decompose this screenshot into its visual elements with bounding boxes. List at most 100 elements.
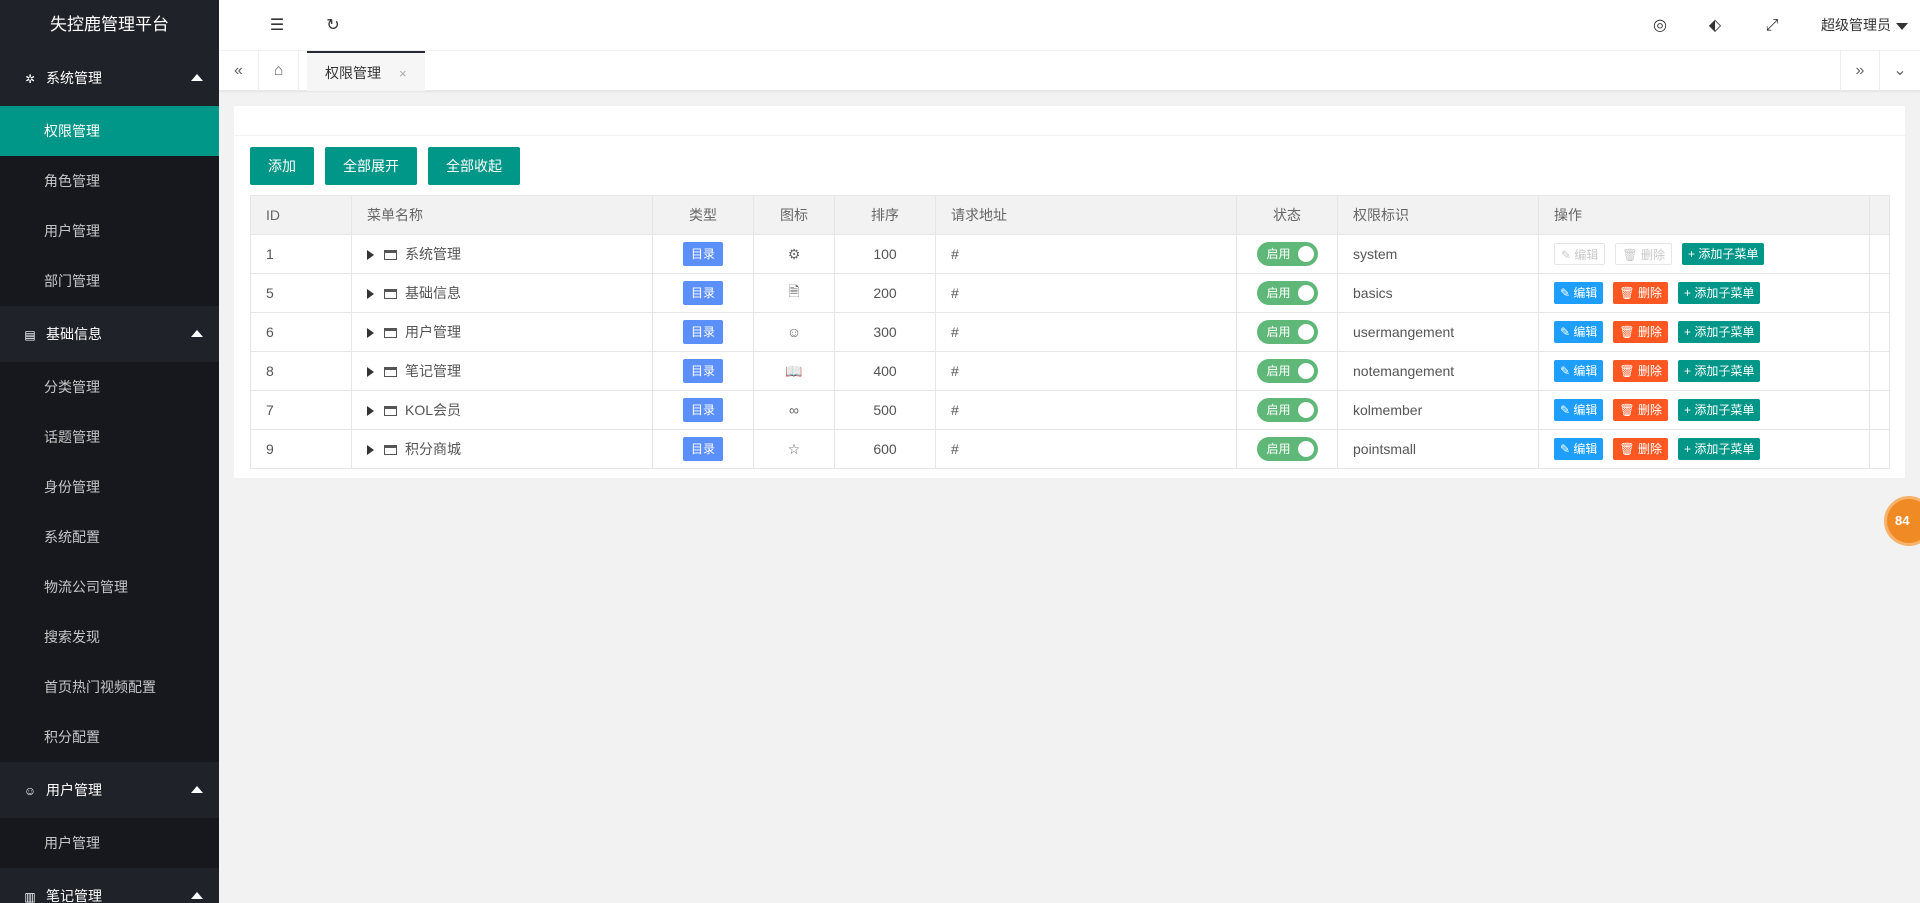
tag-icon[interactable]: ⬖ bbox=[1695, 0, 1735, 51]
cell-ops: ✎ 编辑 🗑 删除 + 添加子菜单 bbox=[1538, 390, 1870, 430]
sidebar-group-title[interactable]: ☺ 用户管理 bbox=[0, 762, 219, 818]
edit-button[interactable]: ✎ 编辑 bbox=[1554, 438, 1604, 460]
delete-button[interactable]: 🗑 删除 bbox=[1613, 321, 1668, 343]
sidebar-item[interactable]: 部门管理 bbox=[0, 256, 219, 306]
cell-ops: ✎ 编辑 🗑 删除 + 添加子菜单 bbox=[1538, 273, 1870, 313]
status-toggle[interactable]: 启用 bbox=[1256, 437, 1318, 461]
sidebar-item[interactable]: 首页热门视频配置 bbox=[0, 662, 219, 712]
delete-button[interactable]: 🗑 删除 bbox=[1615, 243, 1672, 265]
sidebar-group-title[interactable]: ✲ 系统管理 bbox=[0, 50, 219, 106]
sidebar-item[interactable]: 搜索发现 bbox=[0, 612, 219, 662]
doc-icon: ▤ bbox=[24, 328, 36, 342]
floating-badge[interactable]: 84 bbox=[1884, 496, 1920, 546]
status-toggle[interactable]: 启用 bbox=[1256, 398, 1318, 422]
menu-fold-icon[interactable]: ☰ bbox=[257, 0, 297, 51]
tabs-menu-chevron-icon[interactable]: ⌄ bbox=[1880, 51, 1920, 91]
expand-arrow-icon[interactable] bbox=[367, 445, 374, 456]
cell-name: 积分商城 bbox=[351, 429, 653, 469]
sidebar-item[interactable]: 用户管理 bbox=[0, 206, 219, 256]
table-row: 5 基础信息 目录 🗎 200 # 启用 basics ✎ 编辑 🗑 删除 + 添加子菜单 bbox=[250, 273, 1890, 313]
cell-perm: usermangement bbox=[1337, 312, 1539, 352]
expand-arrow-icon[interactable] bbox=[367, 250, 374, 261]
delete-label: 删除 bbox=[1637, 442, 1662, 456]
expand-all-button[interactable]: 全部展开 bbox=[325, 147, 417, 185]
user-name: 超级管理员 bbox=[1821, 17, 1891, 33]
cell-gutter bbox=[1869, 351, 1890, 391]
add-child-button[interactable]: + 添加子菜单 bbox=[1678, 282, 1761, 304]
sidebar-item[interactable]: 用户管理 bbox=[0, 818, 219, 868]
add-child-button[interactable]: + 添加子菜单 bbox=[1678, 321, 1761, 343]
expand-arrow-icon[interactable] bbox=[367, 328, 374, 339]
cell-name: KOL会员 bbox=[351, 390, 653, 430]
sidebar-item[interactable]: 分类管理 bbox=[0, 362, 219, 412]
sidebar-item[interactable]: 物流公司管理 bbox=[0, 562, 219, 612]
status-toggle[interactable]: 启用 bbox=[1256, 320, 1318, 344]
status-toggle[interactable]: 启用 bbox=[1256, 359, 1318, 383]
theme-palette-icon[interactable]: ◎ bbox=[1640, 0, 1680, 51]
fullscreen-icon[interactable]: ⤢ bbox=[1752, 0, 1792, 51]
cell-sort: 600 bbox=[834, 429, 936, 469]
close-icon[interactable]: × bbox=[399, 66, 407, 81]
delete-button[interactable]: 🗑 删除 bbox=[1613, 360, 1668, 382]
sidebar-item[interactable]: 身份管理 bbox=[0, 462, 219, 512]
collapse-all-button[interactable]: 全部收起 bbox=[428, 147, 520, 185]
user-icon: ☺ bbox=[786, 324, 802, 340]
sidebar-item[interactable]: 话题管理 bbox=[0, 412, 219, 462]
edit-button[interactable]: ✎ 编辑 bbox=[1554, 243, 1606, 265]
status-label: 启用 bbox=[1266, 403, 1291, 417]
edit-button[interactable]: ✎ 编辑 bbox=[1554, 282, 1604, 304]
col-url: 请求地址 bbox=[935, 195, 1237, 235]
cell-url: # bbox=[935, 429, 1237, 469]
cell-status: 启用 bbox=[1236, 312, 1338, 352]
table-row: 9 积分商城 目录 ☆ 600 # 启用 pointsmall ✎ 编辑 🗑 删除 + 添加子菜单 bbox=[250, 429, 1890, 469]
cell-perm: notemangement bbox=[1337, 351, 1539, 391]
add-child-button[interactable]: + 添加子菜单 bbox=[1678, 399, 1761, 421]
tabs-scroll-right-icon[interactable]: » bbox=[1840, 51, 1880, 91]
chevron-up-icon bbox=[191, 74, 203, 81]
sidebar-group-title[interactable]: ▥ 笔记管理 bbox=[0, 868, 219, 903]
expand-arrow-icon[interactable] bbox=[367, 367, 374, 378]
menu-table: ID 菜单名称 类型 图标 排序 请求地址 状态 权限标识 操作 1 系统管理 目录… bbox=[250, 195, 1890, 469]
edit-button[interactable]: ✎ 编辑 bbox=[1554, 360, 1604, 382]
type-badge: 目录 bbox=[682, 281, 723, 305]
tabs-scroll-left-icon[interactable]: « bbox=[219, 51, 259, 91]
chevron-up-icon bbox=[191, 786, 203, 793]
status-toggle[interactable]: 启用 bbox=[1256, 242, 1318, 266]
delete-button[interactable]: 🗑 删除 bbox=[1613, 399, 1668, 421]
sidebar-group-title[interactable]: ▤ 基础信息 bbox=[0, 306, 219, 362]
status-toggle[interactable]: 启用 bbox=[1256, 281, 1318, 305]
edit-button[interactable]: ✎ 编辑 bbox=[1554, 399, 1604, 421]
delete-button[interactable]: 🗑 删除 bbox=[1613, 282, 1668, 304]
add-child-label: 添加子菜单 bbox=[1694, 403, 1755, 417]
cell-perm: pointsmall bbox=[1337, 429, 1539, 469]
user-menu[interactable]: 超级管理员 bbox=[1821, 0, 1908, 51]
add-child-button[interactable]: + 添加子菜单 bbox=[1678, 360, 1761, 382]
cell-gutter bbox=[1869, 234, 1890, 274]
edit-button[interactable]: ✎ 编辑 bbox=[1554, 321, 1604, 343]
toggle-knob bbox=[1297, 441, 1314, 457]
cell-name: 用户管理 bbox=[351, 312, 653, 352]
refresh-icon[interactable]: ↻ bbox=[313, 0, 353, 51]
cell-id: 7 bbox=[250, 390, 352, 430]
sidebar-item[interactable]: 积分配置 bbox=[0, 712, 219, 762]
sidebar-item[interactable]: 系统配置 bbox=[0, 512, 219, 562]
add-button[interactable]: 添加 bbox=[250, 147, 314, 185]
expand-arrow-icon[interactable] bbox=[367, 289, 374, 300]
expand-arrow-icon[interactable] bbox=[367, 406, 374, 417]
sidebar-item[interactable]: 角色管理 bbox=[0, 156, 219, 206]
home-icon[interactable]: ⌂ bbox=[259, 51, 299, 91]
cell-icon: 🗎 bbox=[753, 273, 835, 313]
app-logo-title[interactable]: 失控鹿管理平台 bbox=[0, 0, 219, 50]
add-child-button[interactable]: + 添加子菜单 bbox=[1678, 438, 1761, 460]
tab-permission[interactable]: 权限管理 × bbox=[307, 51, 425, 91]
cell-perm: basics bbox=[1337, 273, 1539, 313]
sidebar-item[interactable]: 权限管理 bbox=[0, 106, 219, 156]
cell-icon: ∞ bbox=[753, 390, 835, 430]
col-type: 类型 bbox=[652, 195, 754, 235]
cell-icon: ☆ bbox=[753, 429, 835, 469]
add-child-button[interactable]: + 添加子菜单 bbox=[1682, 243, 1765, 265]
delete-button[interactable]: 🗑 删除 bbox=[1613, 438, 1668, 460]
delete-label: 删除 bbox=[1637, 286, 1662, 300]
star-icon: ☆ bbox=[787, 440, 801, 457]
toolbar: 添加 全部展开 全部收起 bbox=[250, 147, 531, 185]
